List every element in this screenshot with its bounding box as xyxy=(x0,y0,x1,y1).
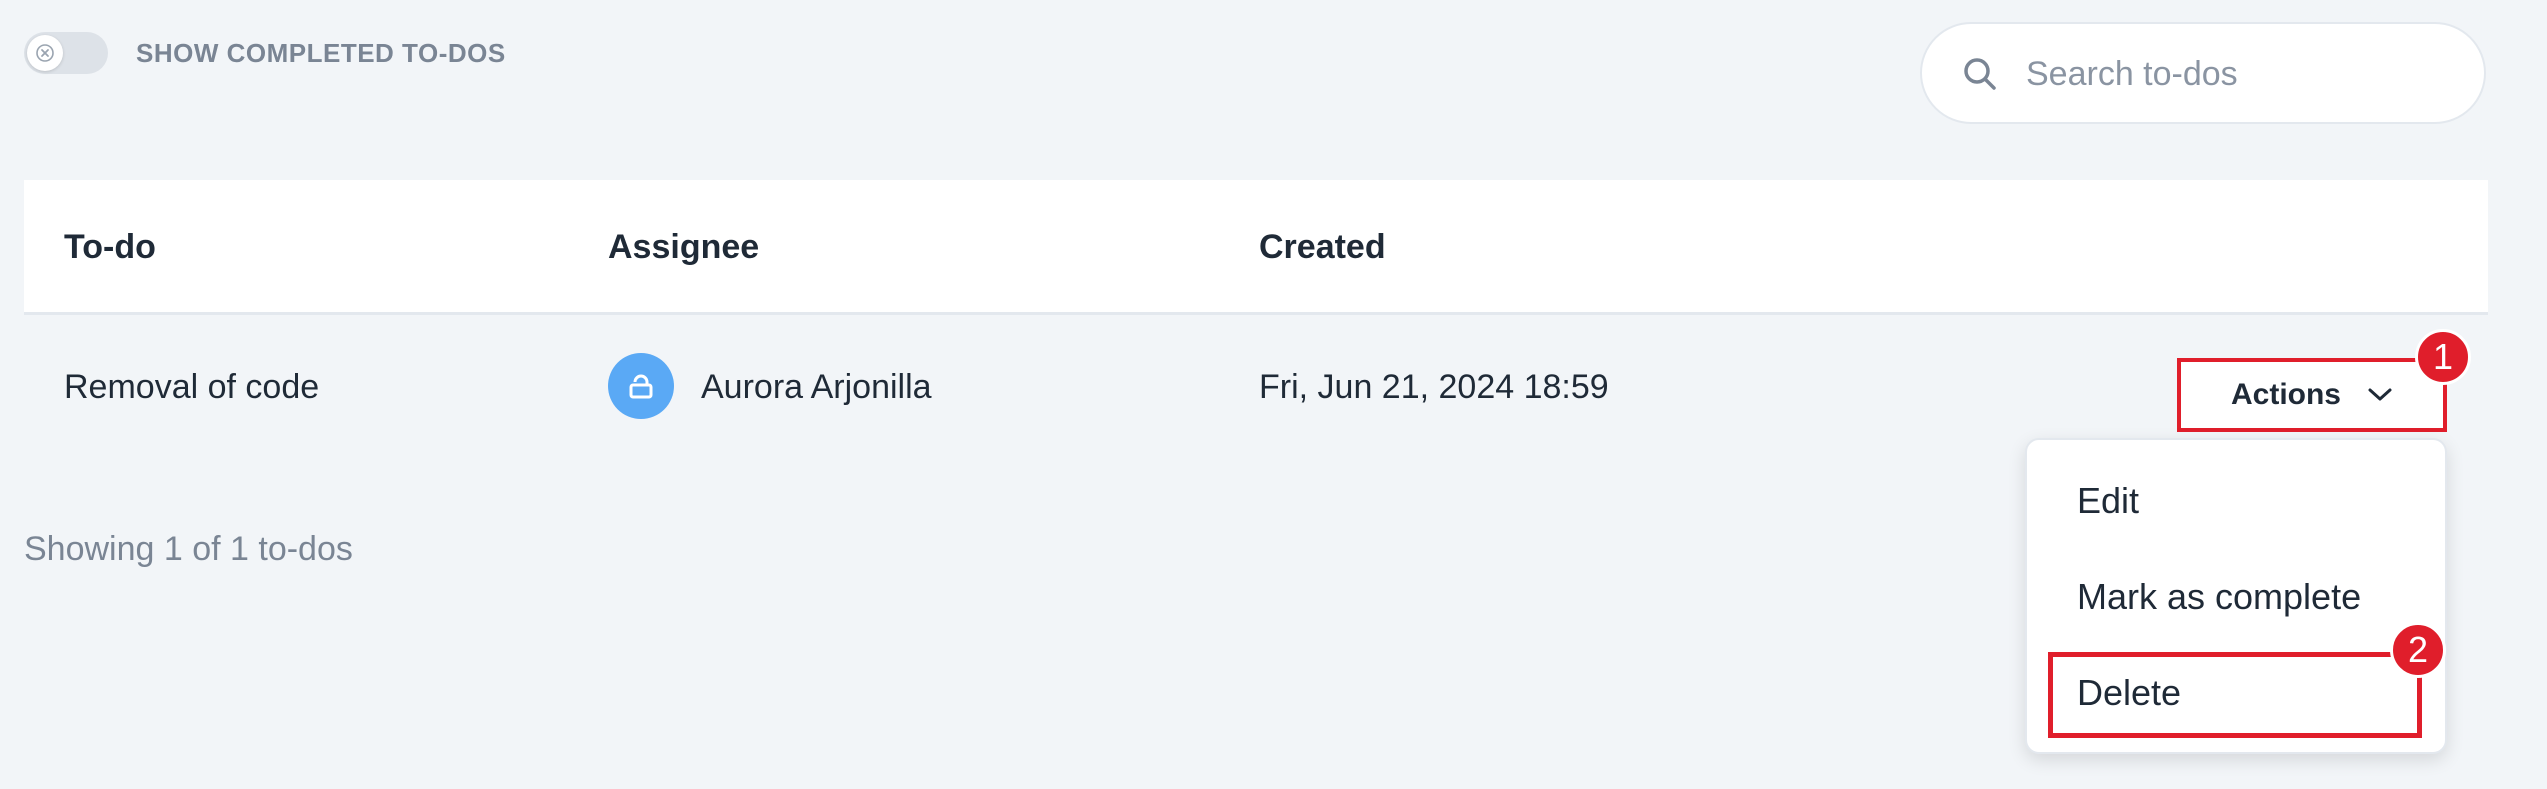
menu-item-edit[interactable]: Edit xyxy=(2077,480,2139,522)
assignee-name: Aurora Arjonilla xyxy=(701,368,932,406)
close-icon xyxy=(36,44,54,62)
chevron-down-icon xyxy=(2368,388,2392,401)
actions-menu: Edit Mark as complete Delete xyxy=(2025,438,2447,754)
todo-title[interactable]: Removal of code xyxy=(64,368,319,407)
toggle-knob xyxy=(27,35,63,71)
actions-button[interactable]: Actions xyxy=(2177,358,2447,432)
annotation-badge-2: 2 xyxy=(2390,622,2446,678)
user-icon xyxy=(629,374,653,399)
column-header-todo[interactable]: To-do xyxy=(64,228,156,267)
created-date: Fri, Jun 21, 2024 18:59 xyxy=(1259,368,1609,406)
search-input[interactable] xyxy=(2026,52,2446,96)
avatar xyxy=(608,353,674,419)
search-icon xyxy=(1964,58,1996,90)
menu-item-delete[interactable]: Delete xyxy=(2077,672,2181,714)
menu-item-mark-complete[interactable]: Mark as complete xyxy=(2077,576,2361,618)
column-header-created[interactable]: Created xyxy=(1259,228,1386,267)
todo-table: To-do Assignee Created Removal of code A… xyxy=(24,180,2488,465)
show-completed-toggle[interactable] xyxy=(24,32,108,74)
table-header: To-do Assignee Created xyxy=(24,180,2488,315)
search-box[interactable] xyxy=(1920,22,2486,124)
actions-button-label: Actions xyxy=(2230,378,2341,411)
column-header-assignee[interactable]: Assignee xyxy=(608,228,759,267)
annotation-badge-1: 1 xyxy=(2415,329,2471,385)
show-completed-label: SHOW COMPLETED TO-DOS xyxy=(136,38,506,68)
showing-count: Showing 1 of 1 to-dos xyxy=(24,530,353,568)
